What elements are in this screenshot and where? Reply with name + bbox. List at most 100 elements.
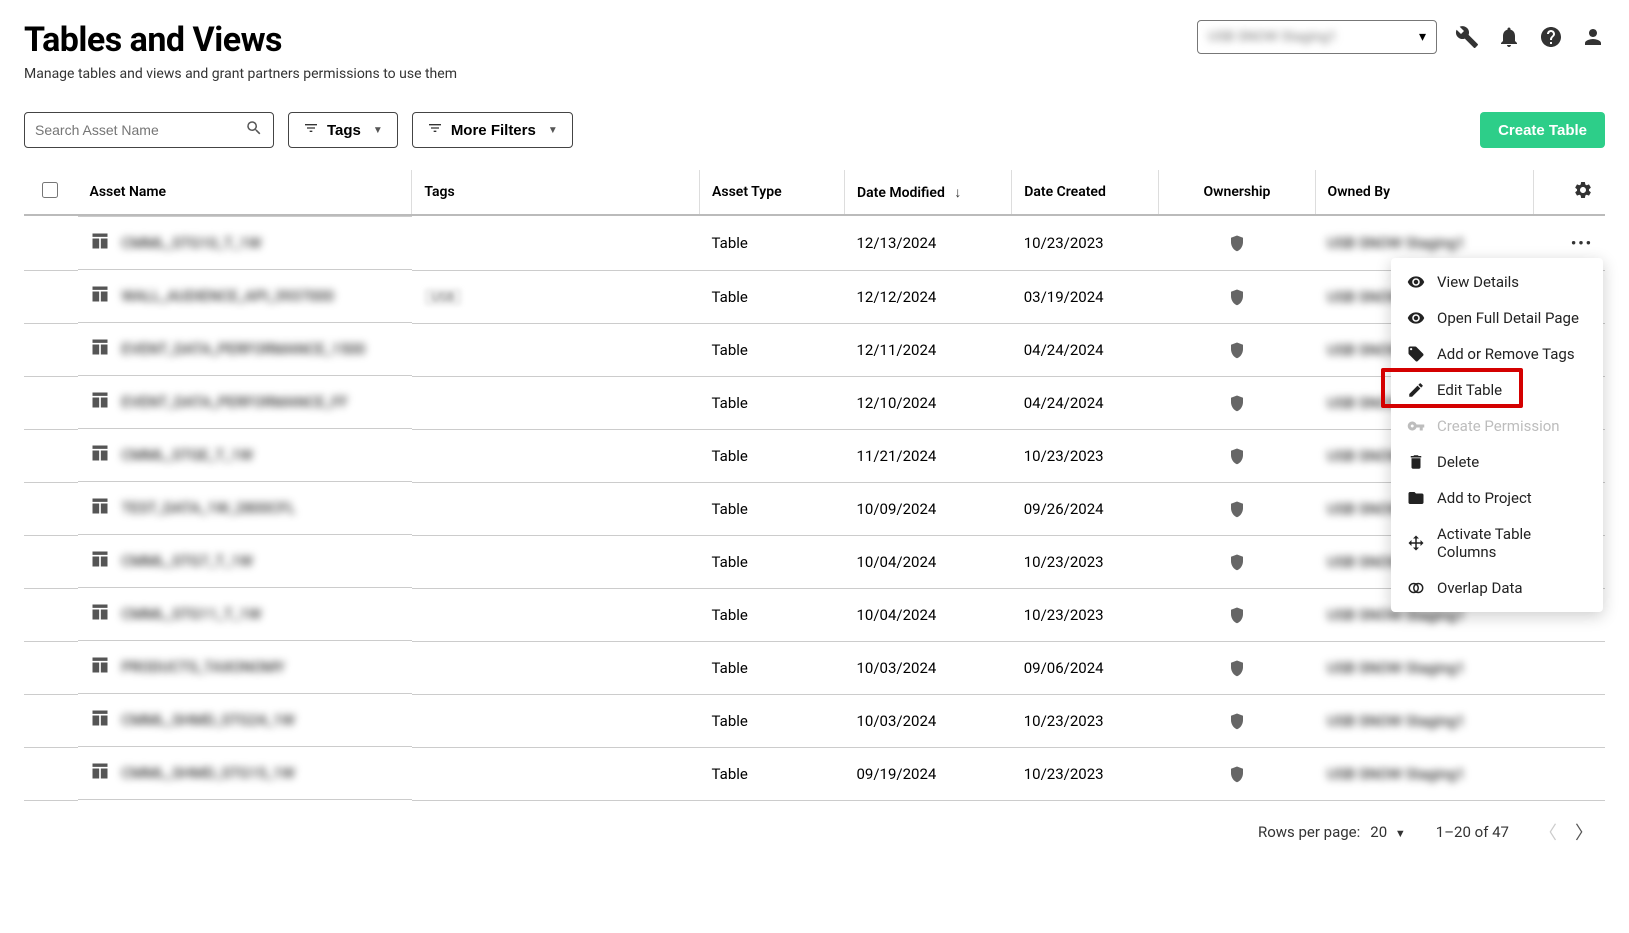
table-icon [90, 549, 110, 573]
date-modified: 11/21/2024 [845, 429, 1012, 482]
table-icon [90, 231, 110, 255]
chevron-down-icon: ▼ [548, 125, 558, 136]
table-icon [90, 655, 110, 679]
date-created: 04/24/2024 [1012, 323, 1159, 376]
asset-name: EVENT_DATA_PERFORMANCE_FF [122, 393, 349, 411]
asset-name: PRODUCTS_TAXONOMY [122, 658, 285, 676]
date-modified: 12/12/2024 [845, 270, 1012, 323]
shield-icon [1171, 446, 1303, 466]
pagination: Rows per page: 20 ▼ 1–20 of 47 〈 〉 [24, 819, 1605, 845]
owned-by: USB SNOW Staging1 [1327, 659, 1465, 677]
date-modified: 12/10/2024 [845, 376, 1012, 429]
asset-type: Table [700, 641, 845, 694]
menu-add-to-project[interactable]: Add to Project [1391, 480, 1603, 516]
date-created: 10/23/2023 [1012, 215, 1159, 270]
tag-chip: USB [424, 288, 462, 306]
date-created: 10/23/2023 [1012, 694, 1159, 747]
asset-type: Table [700, 429, 845, 482]
table-icon [90, 602, 110, 626]
date-modified: 12/11/2024 [845, 323, 1012, 376]
table-row[interactable]: TEST_DATA_1W_2800CFLTable10/09/202409/26… [24, 482, 1605, 535]
menu-overlap-data[interactable]: Overlap Data [1391, 570, 1603, 606]
next-page-button[interactable]: 〉 [1575, 819, 1593, 845]
asset-type: Table [700, 482, 845, 535]
table-icon [90, 284, 110, 308]
col-date-modified[interactable]: Date Modified ↓ [845, 170, 1012, 215]
create-table-button[interactable]: Create Table [1480, 112, 1605, 148]
search-input-wrap [24, 112, 274, 148]
more-filters-button[interactable]: More Filters ▼ [412, 112, 573, 148]
shield-icon [1171, 658, 1303, 678]
environment-select[interactable]: USB SNOW Staging1 ▾ [1197, 20, 1437, 54]
date-created: 09/26/2024 [1012, 482, 1159, 535]
table-row[interactable]: EVENT_DATA_PERFORMANCE_FFTable12/10/2024… [24, 376, 1605, 429]
rows-per-page-label: Rows per page: [1258, 823, 1360, 841]
menu-add-remove-tags[interactable]: Add or Remove Tags [1391, 336, 1603, 372]
table-row[interactable]: CMML_SHMD_STG24_1WTable10/03/202410/23/2… [24, 694, 1605, 747]
table-icon [90, 761, 110, 785]
menu-view-details[interactable]: View Details [1391, 264, 1603, 300]
menu-activate-columns[interactable]: Activate Table Columns [1391, 516, 1603, 570]
asset-name: CMML_STG11_T_1W [122, 605, 262, 623]
search-input[interactable] [35, 122, 245, 138]
date-created: 10/23/2023 [1012, 535, 1159, 588]
chevron-down-icon: ▾ [1419, 29, 1426, 45]
bell-icon[interactable] [1497, 25, 1521, 49]
asset-type: Table [700, 535, 845, 588]
table-row[interactable]: CMML_STG10_T_1WTable12/13/202410/23/2023… [24, 215, 1605, 270]
toolbar: Tags ▼ More Filters ▼ Create Table [24, 112, 1605, 148]
date-created: 04/24/2024 [1012, 376, 1159, 429]
menu-open-full-detail[interactable]: Open Full Detail Page [1391, 300, 1603, 336]
menu-edit-table[interactable]: Edit Table [1391, 372, 1603, 408]
user-icon[interactable] [1581, 25, 1605, 49]
date-modified: 10/03/2024 [845, 694, 1012, 747]
shield-icon [1171, 340, 1303, 360]
table-icon [90, 496, 110, 520]
asset-name: CMML_SHMD_STG15_1W [122, 764, 295, 782]
asset-name: EVENT_DATA_PERFORMANCE_1500 [122, 340, 366, 358]
owned-by: USB SNOW Staging1 [1327, 712, 1465, 730]
col-asset-name[interactable]: Asset Name [78, 170, 412, 215]
col-ownership[interactable]: Ownership [1159, 170, 1315, 215]
row-actions-button[interactable]: ••• [1571, 234, 1593, 252]
search-icon [245, 119, 263, 141]
table-row[interactable]: CMML_STG7_T_1WTable10/04/202410/23/2023U… [24, 535, 1605, 588]
table-row[interactable]: CMML_SHMD_STG15_1WTable09/19/202410/23/2… [24, 747, 1605, 800]
assets-table: Asset Name Tags Asset Type Date Modified… [24, 170, 1605, 801]
table-row[interactable]: EVENT_DATA_PERFORMANCE_1500 Table12/11/20… [24, 323, 1605, 376]
asset-name: WALL_AUDIENCE_API_3937000 [122, 287, 334, 305]
table-row[interactable]: CMML_STGE_T_1WTable11/21/202410/23/2023U… [24, 429, 1605, 482]
col-asset-type[interactable]: Asset Type [700, 170, 845, 215]
date-created: 10/23/2023 [1012, 429, 1159, 482]
shield-icon [1171, 764, 1303, 784]
asset-name: CMML_STG10_T_1W [122, 234, 262, 252]
table-icon [90, 708, 110, 732]
asset-type: Table [700, 323, 845, 376]
select-all-checkbox[interactable] [42, 182, 58, 198]
asset-type: Table [700, 270, 845, 323]
tags-filter-label: Tags [327, 122, 361, 139]
date-modified: 10/04/2024 [845, 535, 1012, 588]
page-header: Tables and Views Manage tables and views… [24, 20, 1605, 82]
tags-filter-button[interactable]: Tags ▼ [288, 112, 398, 148]
date-modified: 09/19/2024 [845, 747, 1012, 800]
table-row[interactable]: PRODUCTS_TAXONOMYTable10/03/202409/06/20… [24, 641, 1605, 694]
prev-page-button[interactable]: 〈 [1539, 819, 1557, 845]
wrench-icon[interactable] [1455, 25, 1479, 49]
table-row[interactable]: WALL_AUDIENCE_API_3937000 USB Table12/12/2… [24, 270, 1605, 323]
date-modified: 10/04/2024 [845, 588, 1012, 641]
shield-icon [1171, 233, 1303, 253]
more-filters-label: More Filters [451, 122, 536, 139]
asset-type: Table [700, 215, 845, 270]
funnel-icon [427, 120, 443, 140]
col-tags[interactable]: Tags [412, 170, 700, 215]
help-icon[interactable] [1539, 25, 1563, 49]
table-row[interactable]: CMML_STG11_T_1WTable10/04/202410/23/2023… [24, 588, 1605, 641]
gear-icon[interactable] [1573, 188, 1593, 204]
date-created: 10/23/2023 [1012, 747, 1159, 800]
rows-per-page-select[interactable]: 20 ▼ [1370, 823, 1406, 841]
asset-type: Table [700, 694, 845, 747]
menu-delete[interactable]: Delete [1391, 444, 1603, 480]
col-date-created[interactable]: Date Created [1012, 170, 1159, 215]
col-owned-by[interactable]: Owned By [1315, 170, 1534, 215]
